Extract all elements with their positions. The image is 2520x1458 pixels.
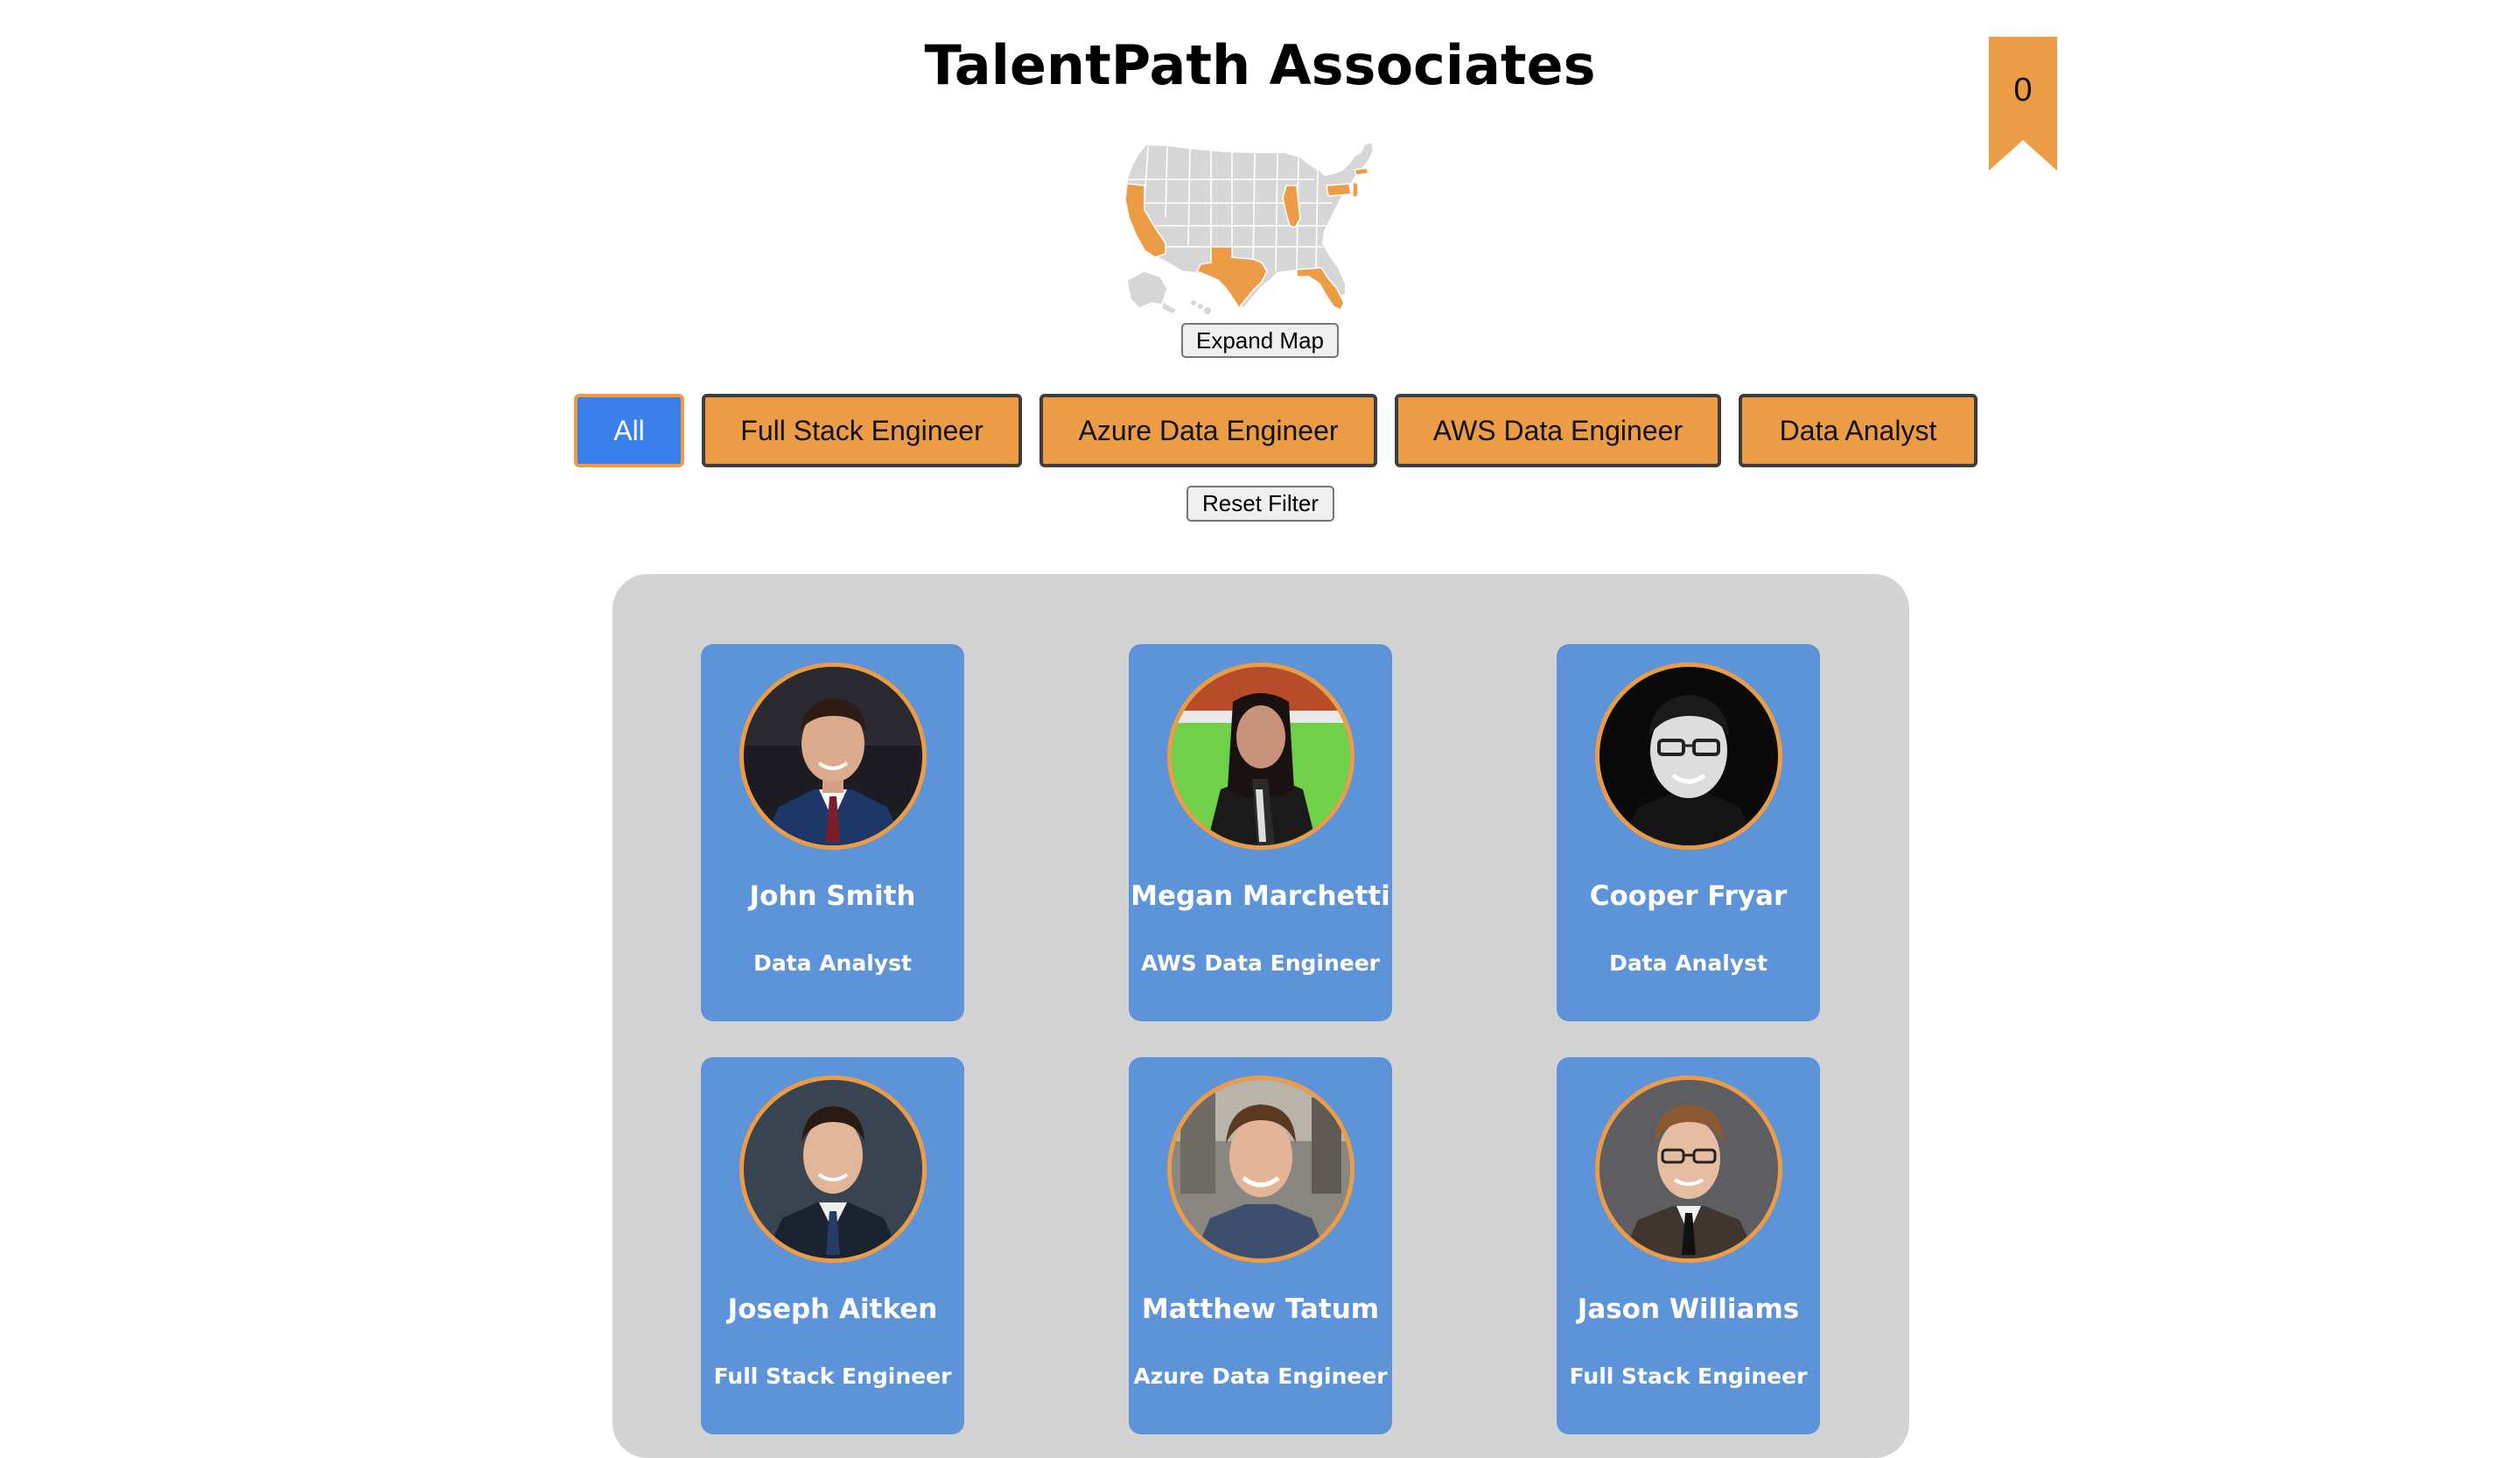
man-in-navy-suit-photo	[744, 667, 922, 845]
associate-name: Jason Williams	[1577, 1293, 1800, 1325]
associate-name: Matthew Tatum	[1141, 1293, 1380, 1325]
associate-role: Azure Data Engineer	[1133, 1363, 1388, 1389]
avatar	[739, 662, 927, 850]
man-smiling-office-photo	[1172, 1080, 1350, 1258]
page-title: TalentPath Associates	[924, 33, 1596, 97]
man-with-glasses-suit-photo	[1600, 1080, 1778, 1258]
expand-map-button[interactable]: Expand Map	[1181, 323, 1339, 358]
avatar	[739, 1076, 927, 1263]
associate-role: Full Stack Engineer	[1569, 1363, 1808, 1389]
us-states-map[interactable]	[1113, 140, 1402, 315]
associate-card[interactable]: Joseph Aitken Full Stack Engineer	[701, 1057, 964, 1434]
associate-name: Megan Marchetti	[1130, 880, 1390, 912]
filter-azure-data-engineer-button[interactable]: Azure Data Engineer	[1040, 394, 1377, 467]
associate-name: Cooper Fryar	[1589, 880, 1788, 912]
man-in-suit-dark-bg-photo	[744, 1080, 922, 1258]
associate-name: Joseph Aitken	[727, 1293, 938, 1325]
associate-card[interactable]: Matthew Tatum Azure Data Engineer	[1129, 1057, 1392, 1434]
man-with-glasses-bw-photo	[1600, 667, 1778, 845]
associate-name: John Smith	[749, 880, 916, 912]
associate-role: Data Analyst	[1609, 950, 1768, 976]
associate-role: Data Analyst	[753, 950, 912, 976]
avatar	[1167, 1076, 1354, 1263]
filter-all-button[interactable]: All	[574, 394, 684, 467]
filter-full-stack-engineer-button[interactable]: Full Stack Engineer	[702, 394, 1022, 467]
woman-at-stadium-photo	[1172, 667, 1350, 845]
associates-grid: John Smith Data Analyst Megan Marchetti …	[612, 574, 1909, 1458]
avatar	[1595, 1076, 1782, 1263]
filter-data-analyst-button[interactable]: Data Analyst	[1739, 394, 1978, 467]
bookmark-counter[interactable]: 0	[1989, 37, 2057, 171]
bookmark-count: 0	[2013, 72, 2033, 109]
reset-filter-button[interactable]: Reset Filter	[1186, 486, 1334, 522]
role-filter-bar: All Full Stack Engineer Azure Data Engin…	[0, 394, 2520, 467]
associate-card[interactable]: Megan Marchetti AWS Data Engineer	[1129, 644, 1392, 1021]
associate-card[interactable]: Cooper Fryar Data Analyst	[1557, 644, 1820, 1021]
avatar	[1595, 662, 1782, 850]
associate-role: AWS Data Engineer	[1140, 950, 1381, 976]
filter-aws-data-engineer-button[interactable]: AWS Data Engineer	[1395, 394, 1721, 467]
associate-card[interactable]: John Smith Data Analyst	[701, 644, 964, 1021]
associate-card[interactable]: Jason Williams Full Stack Engineer	[1557, 1057, 1820, 1434]
avatar	[1167, 662, 1354, 850]
associate-role: Full Stack Engineer	[713, 1363, 952, 1389]
